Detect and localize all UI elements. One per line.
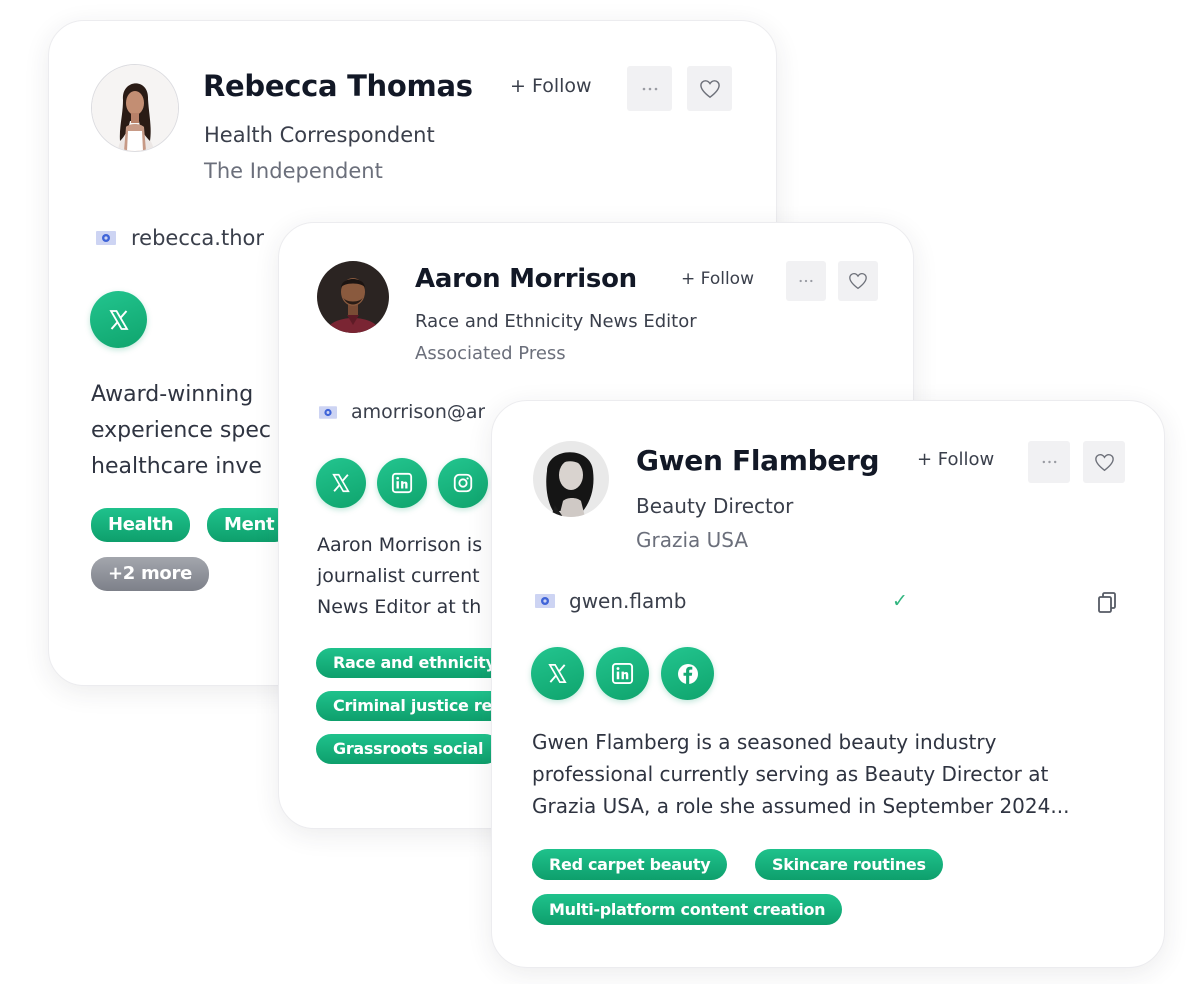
bio-line: News Editor at th bbox=[317, 596, 482, 618]
tag-race-and-ethnicity[interactable]: Race and ethnicity bbox=[316, 648, 513, 678]
more-options-button[interactable] bbox=[627, 66, 672, 111]
follow-button[interactable]: + Follow bbox=[681, 269, 754, 289]
x-link[interactable] bbox=[316, 458, 366, 508]
linkedin-link[interactable] bbox=[596, 647, 649, 700]
tag-grassroots-social[interactable]: Grassroots social bbox=[316, 734, 501, 764]
avatar bbox=[533, 441, 609, 517]
bio-line: Aaron Morrison is bbox=[317, 534, 483, 556]
favorite-button[interactable] bbox=[687, 66, 732, 111]
more-options-button[interactable] bbox=[1028, 441, 1070, 483]
heart-icon bbox=[1094, 453, 1114, 471]
follow-button[interactable]: + Follow bbox=[510, 75, 592, 97]
avatar bbox=[91, 64, 179, 152]
contact-role: Beauty Director bbox=[636, 494, 794, 518]
ellipsis-icon bbox=[642, 87, 657, 90]
bio-line: journalist current bbox=[317, 565, 480, 587]
x-icon bbox=[332, 473, 350, 493]
favorite-button[interactable] bbox=[838, 261, 878, 301]
bio-line: Gwen Flamberg is a seasoned beauty indus… bbox=[532, 730, 997, 754]
more-tags-button[interactable]: +2 more bbox=[91, 557, 209, 591]
tag-multi-platform-content-creation[interactable]: Multi-platform content creation bbox=[532, 894, 843, 925]
instagram-link[interactable] bbox=[438, 458, 488, 508]
contact-role: Health Correspondent bbox=[204, 123, 435, 147]
follow-button[interactable]: + Follow bbox=[917, 449, 994, 470]
contact-outlet: Associated Press bbox=[415, 343, 566, 364]
x-link[interactable] bbox=[531, 647, 584, 700]
linkedin-icon bbox=[391, 472, 413, 494]
bio-line: Grazia USA, a role she assumed in Septem… bbox=[532, 794, 1070, 818]
bio-line: healthcare inve bbox=[91, 454, 262, 479]
contact-outlet: Grazia USA bbox=[636, 528, 749, 552]
facebook-link[interactable] bbox=[661, 647, 714, 700]
avatar bbox=[317, 261, 389, 333]
contact-name: Gwen Flamberg bbox=[636, 444, 880, 477]
bio-line: professional currently serving as Beauty… bbox=[532, 762, 1049, 786]
contact-email[interactable]: amorrison@ar bbox=[351, 401, 485, 423]
contact-bio: Aaron Morrison is journalist current New… bbox=[317, 530, 482, 623]
contact-outlet: The Independent bbox=[204, 159, 383, 183]
heart-icon bbox=[699, 79, 720, 98]
tag-red-carpet-beauty[interactable]: Red carpet beauty bbox=[532, 849, 728, 880]
contact-card-gwen-flamberg[interactable]: Gwen Flamberg + Follow Beauty Director G… bbox=[491, 400, 1165, 968]
tag-health[interactable]: Health bbox=[91, 508, 191, 542]
favorite-button[interactable] bbox=[1083, 441, 1125, 483]
linkedin-icon bbox=[611, 662, 634, 685]
email-verified-icon: ✓ bbox=[892, 590, 908, 612]
email-icon bbox=[319, 406, 337, 419]
ellipsis-icon bbox=[1042, 460, 1056, 464]
copy-email-button[interactable] bbox=[1096, 591, 1118, 615]
x-icon bbox=[108, 309, 129, 330]
email-icon bbox=[96, 231, 116, 245]
more-options-button[interactable] bbox=[786, 261, 826, 301]
x-link[interactable] bbox=[90, 291, 147, 348]
tag-criminal-justice[interactable]: Criminal justice re bbox=[316, 691, 509, 721]
ellipsis-icon bbox=[799, 279, 813, 283]
bio-line: Award-winning bbox=[91, 382, 254, 407]
email-icon bbox=[535, 594, 555, 608]
linkedin-link[interactable] bbox=[377, 458, 427, 508]
contact-bio: Award-winning experience spec healthcare… bbox=[91, 377, 271, 485]
copy-icon bbox=[1098, 592, 1116, 613]
contact-bio: Gwen Flamberg is a seasoned beauty indus… bbox=[532, 726, 1069, 822]
instagram-icon bbox=[453, 473, 473, 493]
bio-line: experience spec bbox=[91, 418, 271, 443]
contact-role: Race and Ethnicity News Editor bbox=[415, 311, 697, 332]
x-icon bbox=[548, 664, 567, 683]
contact-name: Aaron Morrison bbox=[415, 264, 637, 294]
contact-email[interactable]: rebecca.thor bbox=[131, 226, 264, 250]
contact-name: Rebecca Thomas bbox=[203, 69, 473, 103]
tag-skincare-routines[interactable]: Skincare routines bbox=[755, 849, 943, 880]
heart-icon bbox=[849, 272, 867, 290]
contact-email[interactable]: gwen.flamb bbox=[569, 589, 697, 613]
facebook-icon bbox=[677, 663, 698, 684]
